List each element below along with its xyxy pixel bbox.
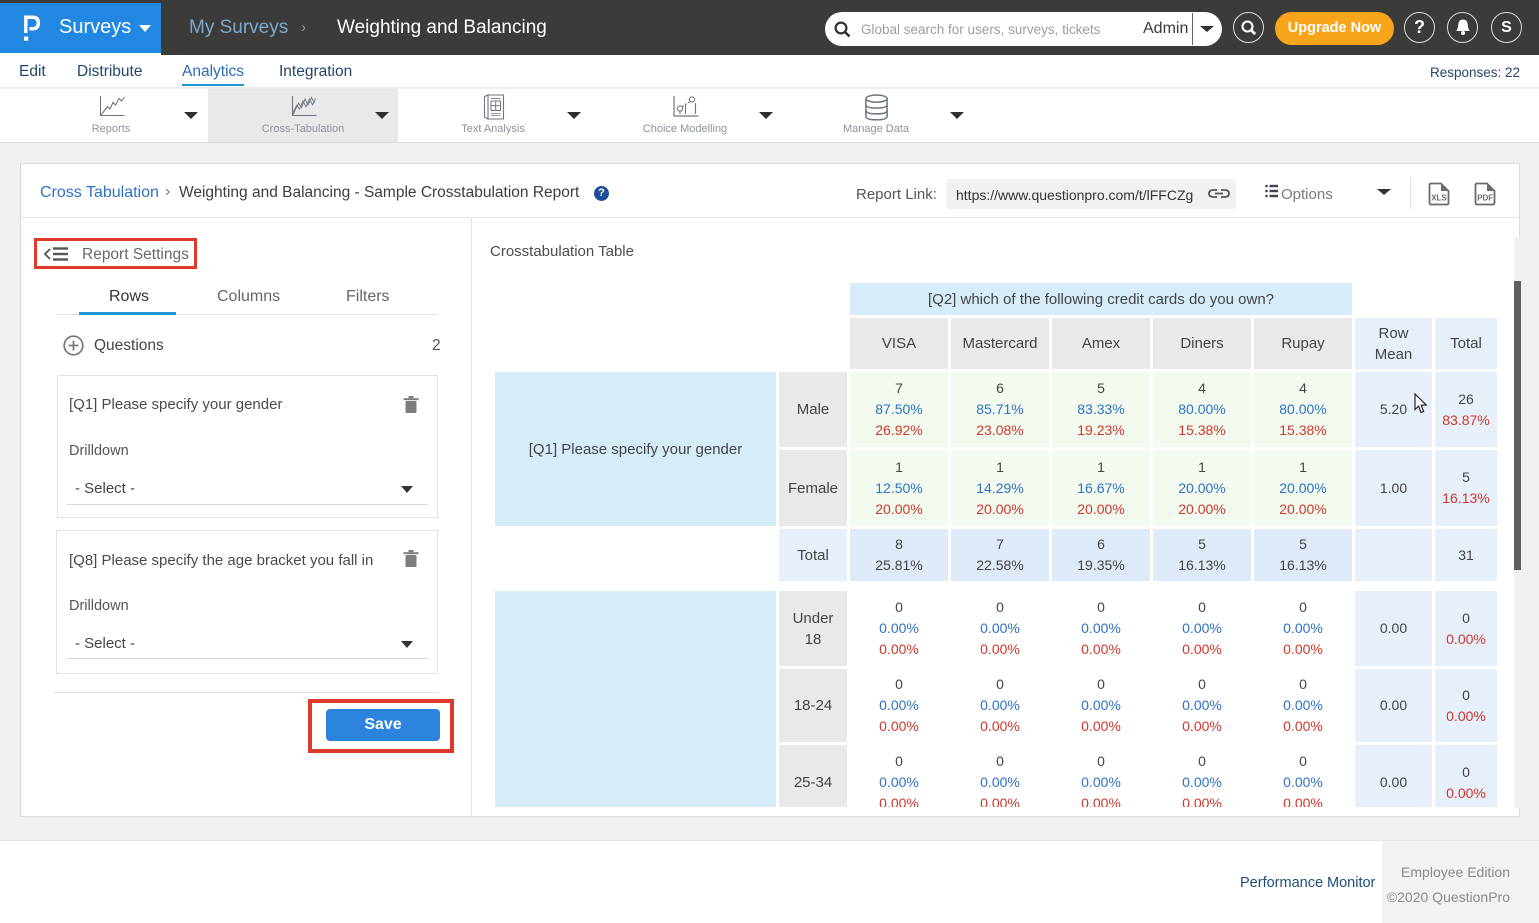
svg-text:PDF: PDF bbox=[1477, 194, 1493, 203]
svg-text:XLS: XLS bbox=[1431, 194, 1447, 203]
